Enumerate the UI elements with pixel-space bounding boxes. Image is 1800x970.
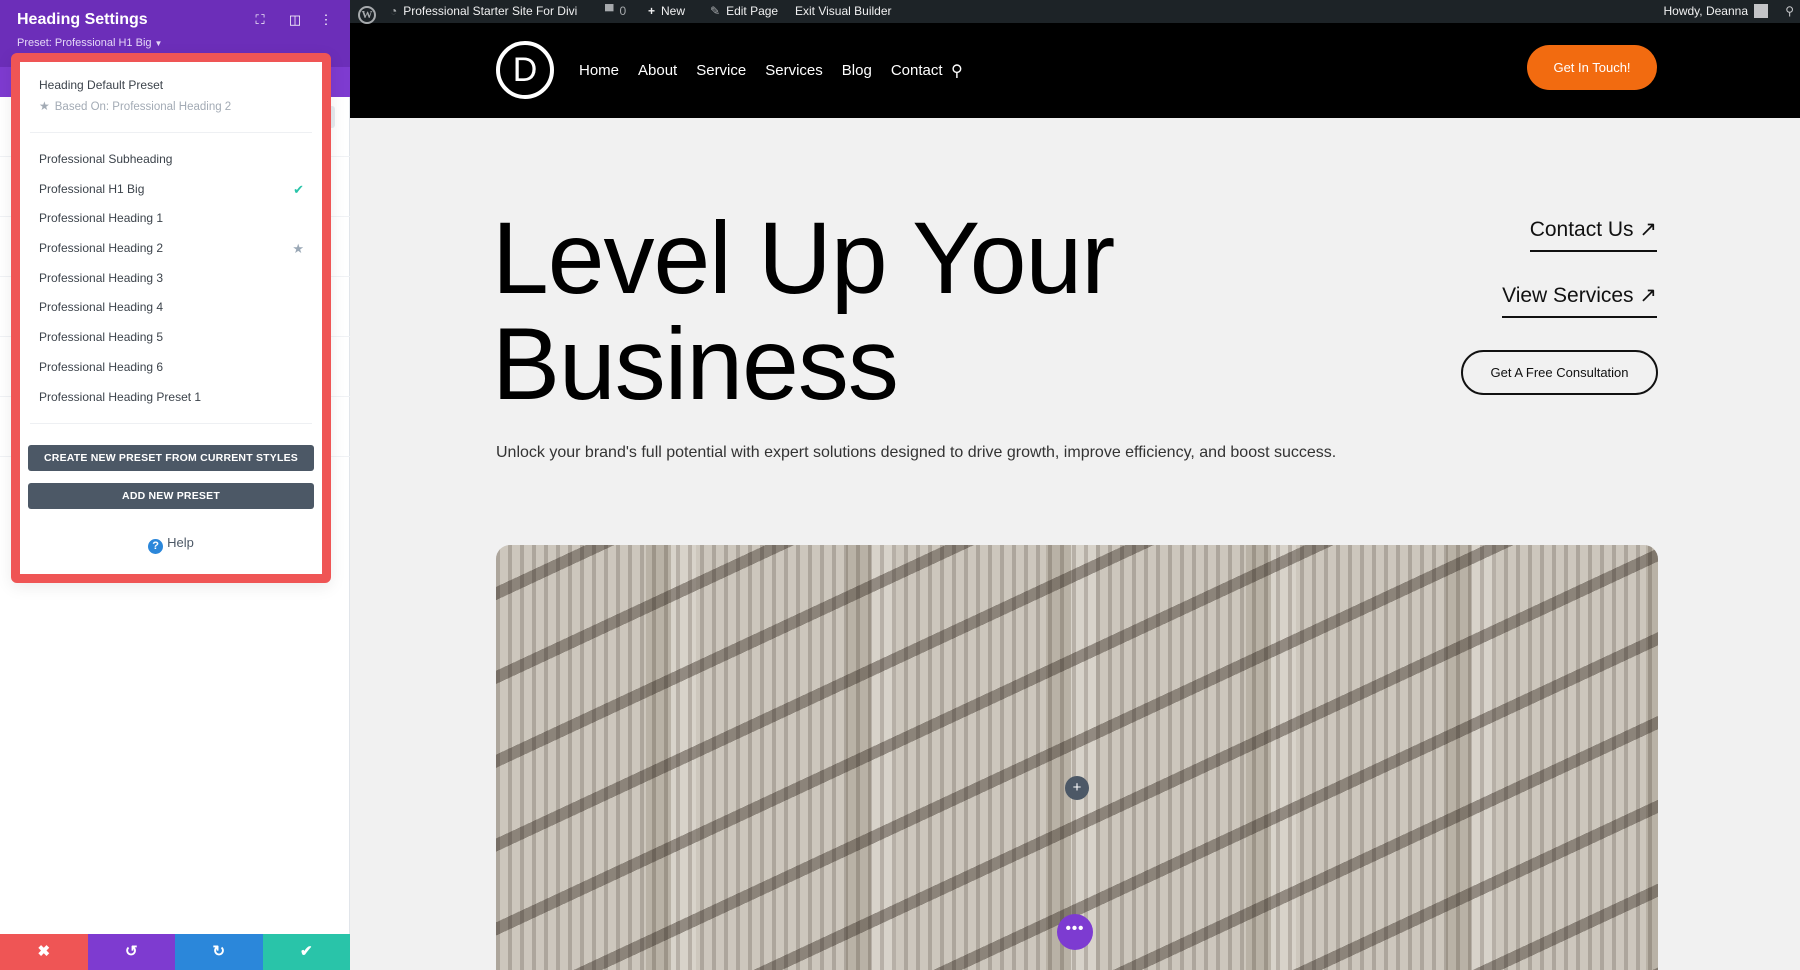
preset-name: Professional Heading Preset 1 [39, 389, 202, 404]
preset-item[interactable]: Professional Heading 6 [20, 353, 322, 383]
comments-link[interactable]: ▀ 0 [605, 0, 626, 23]
image-texture [496, 545, 1658, 970]
user-menu[interactable]: Howdy, Deanna [1663, 0, 1768, 23]
new-label: New [661, 4, 686, 18]
default-preset-name: Heading Default Preset [39, 78, 164, 92]
redo-button[interactable]: ↻ [175, 934, 263, 970]
panel-footer: ✖ ↺ ↻ ✔ [0, 934, 350, 970]
help-link[interactable]: ? Help [20, 535, 322, 554]
help-label: Help [167, 535, 194, 550]
preset-item[interactable]: Professional H1 Big ✔ [20, 175, 322, 205]
get-in-touch-button[interactable]: Get In Touch! [1527, 45, 1657, 90]
site-name-link[interactable]: ◔ Professional Starter Site For Divi [390, 0, 577, 23]
hero-heading-line1: Level Up Your [492, 201, 1115, 315]
contact-us-link[interactable]: Contact Us ↗ [1529, 217, 1657, 252]
nav-about[interactable]: About [638, 62, 677, 79]
divider [30, 423, 312, 424]
avatar [1754, 4, 1768, 18]
new-link[interactable]: + New [648, 0, 685, 23]
based-on-text: Based On: Professional Heading 2 [54, 101, 232, 113]
preset-item[interactable]: Professional Heading 3 [20, 264, 322, 294]
dashboard-icon: ◔ [390, 4, 398, 18]
search-icon: ⚲ [1785, 4, 1794, 18]
preset-item[interactable]: Professional Subheading [20, 145, 322, 175]
close-icon: ✖ [37, 943, 51, 960]
divider [30, 132, 312, 133]
preset-name: Professional Heading 2 [39, 241, 164, 256]
preset-item[interactable]: Professional Heading 1 [20, 204, 322, 234]
hero-description: Unlock your brand's full potential with … [496, 444, 1337, 461]
undo-icon: ↺ [124, 943, 138, 960]
plus-icon: + [648, 4, 656, 18]
preset-label: Preset: Professional H1 Big [17, 37, 152, 49]
preset-name: Professional Heading 1 [39, 211, 164, 226]
preset-list: Professional Subheading Professional H1 … [20, 145, 322, 412]
star-icon: ★ [39, 99, 50, 113]
site-logo[interactable]: D [496, 41, 554, 99]
nav-services[interactable]: Services [765, 62, 823, 79]
discard-button[interactable]: ✖ [0, 934, 88, 970]
nav-service[interactable]: Service [696, 62, 746, 79]
preset-name: Professional Heading 5 [39, 330, 164, 345]
nav-home[interactable]: Home [579, 62, 619, 79]
default-preset[interactable]: Heading Default Preset ★ Based On: Profes… [39, 78, 231, 113]
save-button[interactable]: ✔ [262, 934, 350, 970]
star-icon[interactable]: ★ [292, 234, 304, 264]
check-icon: ✔ [293, 181, 304, 197]
create-preset-button[interactable]: CREATE NEW PRESET FROM CURRENT STYLES [28, 445, 314, 471]
more-vertical-icon[interactable]: ⋮ [318, 12, 334, 28]
preset-item[interactable]: Professional Heading 5 [20, 323, 322, 353]
based-on-label: ★ Based On: Professional Heading 2 [39, 99, 231, 113]
preset-item[interactable]: Professional Heading Preset 1 [20, 383, 322, 413]
hero-heading-line2: Business [492, 307, 899, 421]
caret-down-icon: ▼ [154, 39, 163, 48]
wp-admin-bar: W ◔ Professional Starter Site For Divi ▀ 0… [350, 0, 1800, 24]
free-consultation-button[interactable]: Get A Free Consultation [1461, 350, 1658, 395]
nav-contact[interactable]: Contact [891, 62, 943, 79]
focus-icon[interactable]: ⛶ [252, 12, 268, 28]
search-button[interactable]: ⚲ [1785, 0, 1794, 23]
building-image [496, 545, 1658, 970]
comments-count: 0 [619, 4, 627, 18]
add-preset-button[interactable]: ADD NEW PRESET [28, 483, 314, 509]
builder-menu-button[interactable]: ••• [1057, 914, 1093, 950]
comment-icon: ▀ [605, 4, 614, 18]
hero-heading[interactable]: Level Up Your Business [492, 201, 1115, 421]
undo-button[interactable]: ↺ [87, 934, 175, 970]
layout-icon[interactable]: ◫ [287, 12, 303, 28]
pencil-icon: ✎ [710, 4, 721, 18]
nav-blog[interactable]: Blog [842, 62, 872, 79]
edit-page-label: Edit Page [726, 4, 779, 18]
preset-name: Professional Heading 6 [39, 359, 164, 374]
site-header: D Home About Service Services Blog Conta… [350, 23, 1800, 118]
preset-name: Professional Heading 3 [39, 270, 164, 285]
settings-panel: Heading Settings Preset: Professional H1… [0, 0, 350, 970]
preset-name: Professional H1 Big [39, 181, 145, 196]
preset-item[interactable]: Professional Heading 4 [20, 293, 322, 323]
help-icon: ? [148, 539, 164, 554]
preset-name: Professional Heading 4 [39, 300, 164, 315]
exit-visual-builder-link[interactable]: Exit Visual Builder [795, 0, 892, 23]
greeting: Howdy, Deanna [1663, 4, 1749, 18]
redo-icon: ↻ [212, 943, 226, 960]
preset-selector[interactable]: Preset: Professional H1 Big ▼ [17, 37, 162, 49]
preset-name: Professional Subheading [39, 152, 173, 166]
wordpress-logo-button[interactable]: W [358, 0, 376, 24]
site-name: Professional Starter Site For Divi [403, 4, 578, 18]
view-services-link[interactable]: View Services ↗ [1502, 283, 1657, 318]
preset-item[interactable]: Professional Heading 2 ★ [20, 234, 322, 264]
check-icon: ✔ [299, 943, 313, 960]
panel-title: Heading Settings [17, 11, 148, 28]
main-nav: Home About Service Services Blog Contact… [579, 23, 962, 118]
wordpress-icon: W [358, 6, 376, 24]
add-module-button[interactable]: + [1065, 776, 1089, 800]
search-icon[interactable]: ⚲ [951, 61, 963, 81]
edit-page-link[interactable]: ✎ Edit Page [710, 0, 778, 23]
preset-dropdown: Heading Default Preset ★ Based On: Profes… [11, 53, 331, 583]
